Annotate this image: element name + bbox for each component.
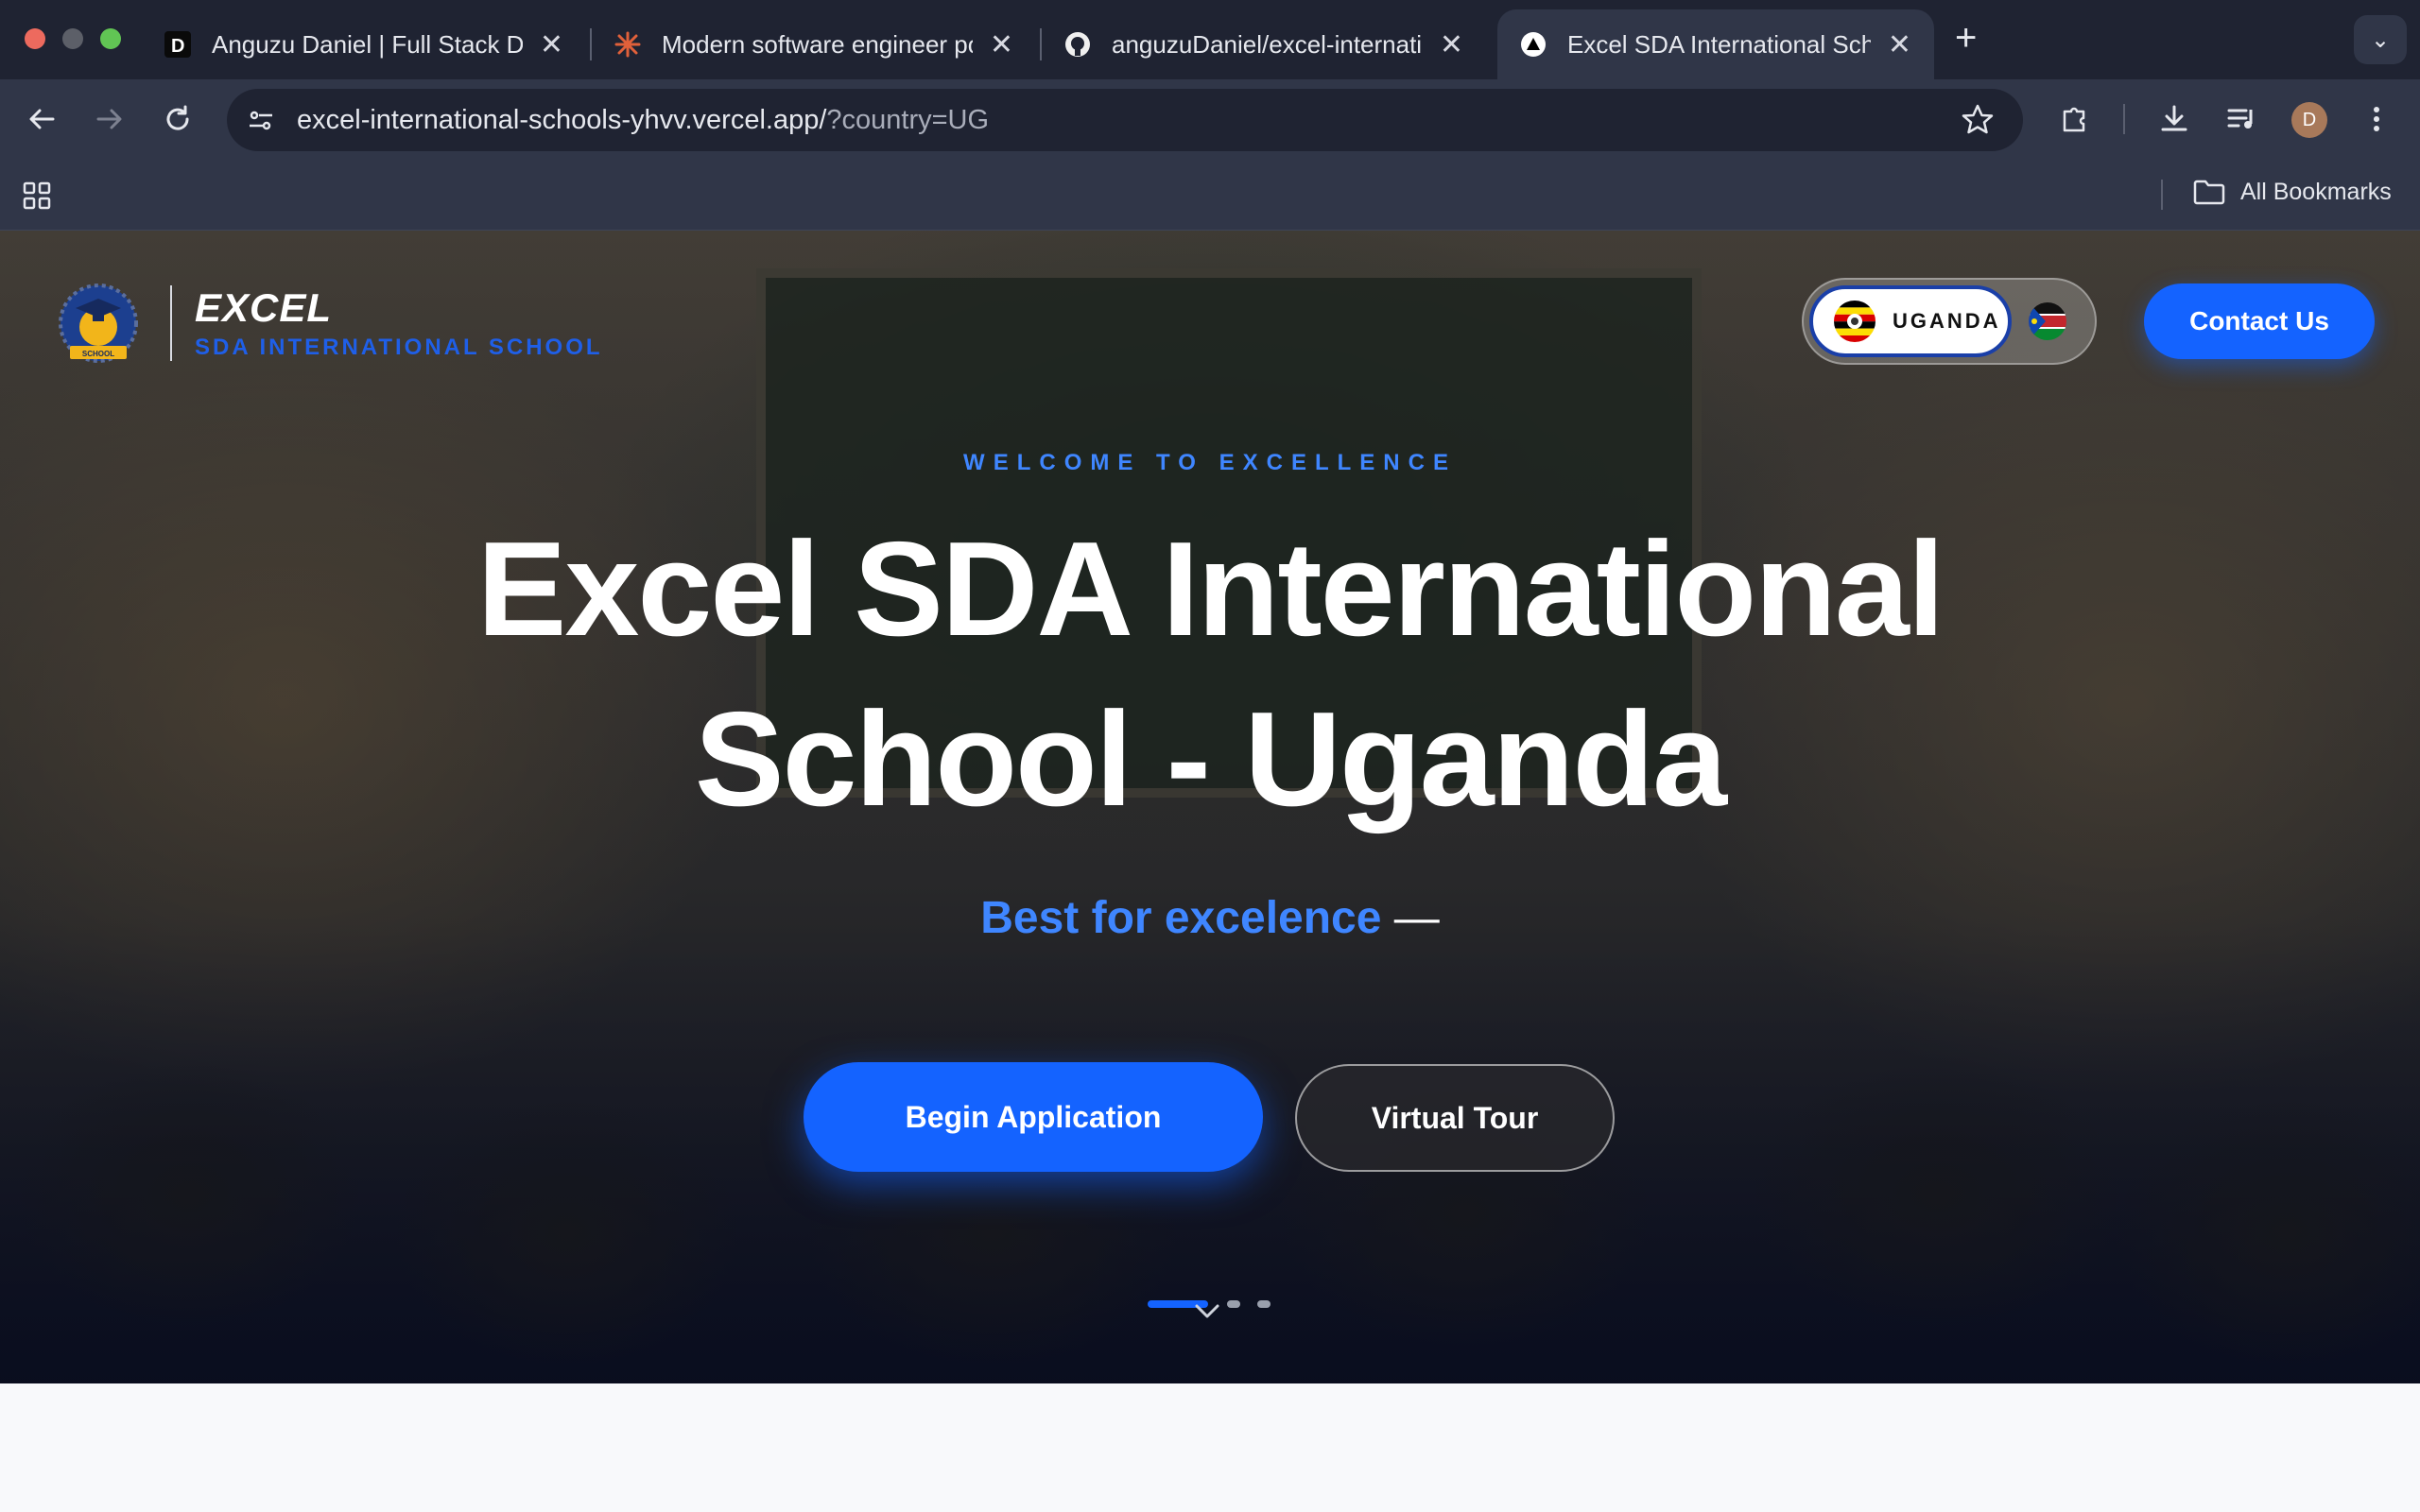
headline-line-1: Excel SDA International [476,514,1945,664]
new-tab-icon[interactable]: + [1955,17,1977,60]
bookmark-star-icon[interactable] [1961,103,1995,142]
tab-strip: D Anguzu Daniel | Full Stack Developer ✕… [0,0,2420,79]
page-below-hero [0,1383,2420,1512]
slide-dot[interactable] [1227,1300,1240,1308]
close-tab-icon[interactable]: ✕ [540,28,563,61]
tab-3[interactable]: anguzuDaniel/excel-international-schools… [1042,9,1486,79]
hero-eyebrow: WELCOME TO EXCELLENCE [963,450,1457,475]
tab-title: Modern software engineer portfolio [662,29,973,59]
virtual-tour-button[interactable]: Virtual Tour [1295,1064,1615,1172]
brand-subtitle: SDA INTERNATIONAL SCHOOL [195,335,603,360]
extensions-puzzle-icon[interactable] [2057,102,2091,141]
all-bookmarks-label: All Bookmarks [2240,178,2392,205]
south-sudan-flag-icon [2029,302,2066,340]
hero-tagline: Best for excelence — [0,892,2420,944]
tab-title: Anguzu Daniel | Full Stack Developer [212,29,523,59]
hero-headline: Excel SDA International School - Uganda [0,505,2420,845]
bookmarks-bar: All Bookmarks [0,159,2420,231]
toolbar-divider [2123,104,2125,134]
d-favicon-icon: D [164,31,191,58]
avatar-initial: D [2302,109,2317,130]
tab-1[interactable]: D Anguzu Daniel | Full Stack Developer ✕ [142,9,586,79]
tab-4[interactable]: Excel SDA International School ✕ [1497,9,1934,79]
tab-search-chevron-icon[interactable]: ⌄ [2354,15,2407,64]
scroll-down-chevron-icon[interactable] [1193,1297,1221,1325]
svg-text:D: D [171,36,184,57]
media-queue-icon[interactable] [2225,102,2259,141]
tab-2[interactable]: Modern software engineer portfolio ✕ [592,9,1036,79]
apps-grid-icon[interactable] [23,181,51,215]
tab-title: anguzuDaniel/excel-international-schools [1112,29,1423,59]
brand-text: EXCEL SDA INTERNATIONAL SCHOOL [195,285,603,361]
all-bookmarks-button[interactable]: All Bookmarks [2193,178,2392,206]
github-favicon-icon [1064,31,1091,58]
slide-dot[interactable] [1257,1300,1270,1308]
brand-title: EXCEL [195,285,333,330]
download-icon[interactable] [2157,102,2191,141]
contact-us-button[interactable]: Contact Us [2144,284,2375,359]
browser-menu-icon[interactable] [2360,102,2394,141]
zoom-window-button[interactable] [100,28,121,49]
tagline-cursor-dash: — [1393,893,1440,943]
sparkle-favicon-icon [614,31,641,58]
minimize-window-button[interactable] [62,28,83,49]
school-crest-icon: SCHOOL [55,280,142,367]
headline-line-2: School - Uganda [694,684,1727,834]
crest-text: SCHOOL [82,350,114,358]
country-switcher: UGANDA [1802,278,2097,365]
url-host: excel-international-schools-yhvv.vercel.… [297,104,827,135]
back-arrow-icon[interactable] [23,100,60,138]
hero-section: SCHOOL EXCEL SDA INTERNATIONAL SCHOOL UG… [0,231,2420,1383]
bookmarks-divider [2161,180,2163,210]
country-option-uganda[interactable]: UGANDA [1809,285,2012,357]
browser-toolbar: excel-international-schools-yhvv.vercel.… [0,79,2420,159]
uganda-flag-icon [1834,301,1876,342]
reload-icon[interactable] [159,100,197,138]
close-tab-icon[interactable]: ✕ [990,28,1013,61]
site-info-icon[interactable] [246,105,276,140]
close-window-button[interactable] [25,28,45,49]
address-bar[interactable]: excel-international-schools-yhvv.vercel.… [227,89,2023,151]
avatar[interactable]: D [2291,102,2327,138]
begin-application-button[interactable]: Begin Application [804,1062,1263,1172]
vercel-favicon-icon [1520,31,1547,58]
url-query: ?country=UG [826,104,990,135]
country-label: UGANDA [1893,309,2001,333]
forward-arrow-icon[interactable] [91,100,129,138]
url-text[interactable]: excel-international-schools-yhvv.vercel.… [297,105,989,136]
tagline-text: Best for excelence [980,893,1382,943]
browser-chrome: D Anguzu Daniel | Full Stack Developer ✕… [0,0,2420,231]
folder-icon [2193,178,2225,206]
site-logo[interactable]: SCHOOL EXCEL SDA INTERNATIONAL SCHOOL [55,280,603,367]
tab-title: Excel SDA International School [1567,29,1871,59]
close-tab-icon[interactable]: ✕ [1440,28,1463,61]
close-tab-icon[interactable]: ✕ [1888,28,1911,61]
logo-divider [170,285,172,361]
country-option-south-sudan[interactable] [2029,302,2066,340]
